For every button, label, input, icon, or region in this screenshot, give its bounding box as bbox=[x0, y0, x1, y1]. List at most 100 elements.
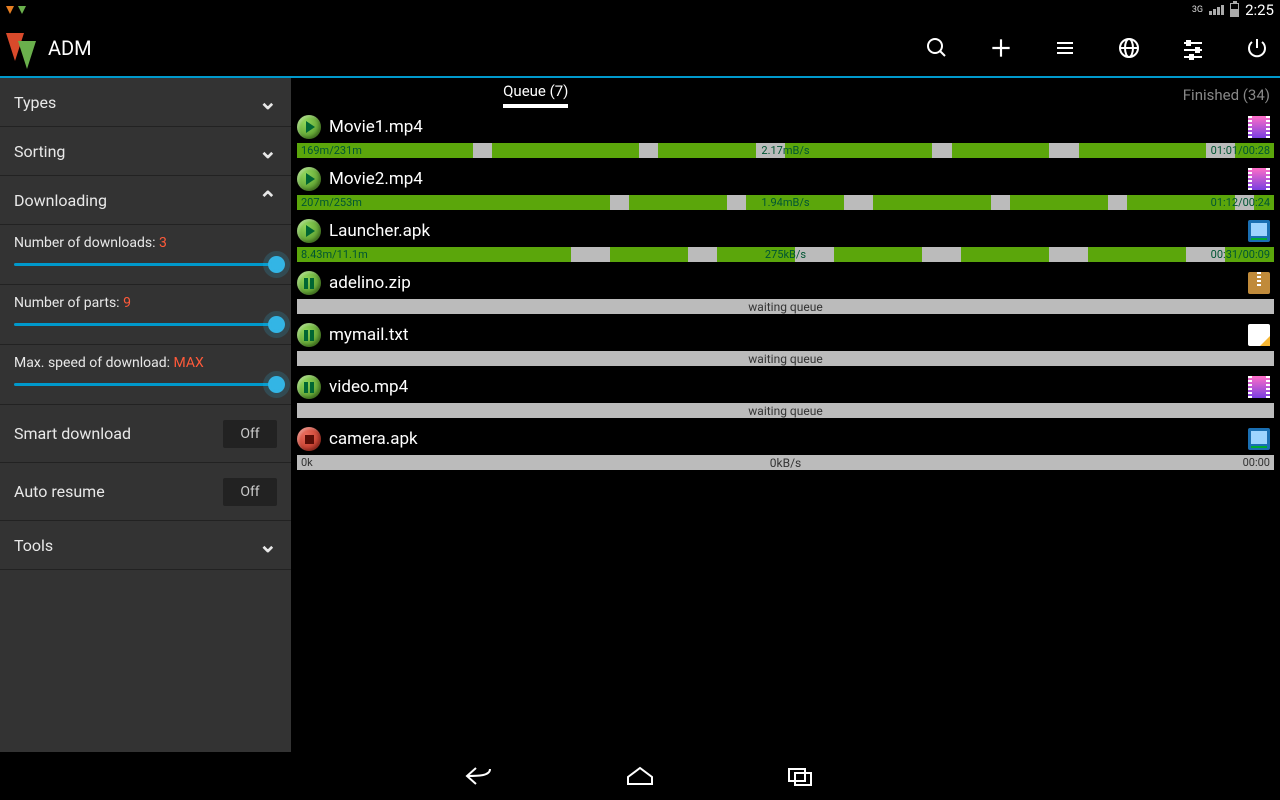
slider[interactable] bbox=[14, 323, 277, 326]
slider[interactable] bbox=[14, 383, 277, 386]
download-indicator-icon bbox=[6, 6, 14, 14]
progress-bar: waiting queue bbox=[297, 403, 1274, 418]
content-area: Queue (7) Finished (34) Movie1.mp4 169m/2… bbox=[291, 78, 1280, 752]
download-item[interactable]: Launcher.apk8.43m/11.1m275kB/s00:31/00:0… bbox=[291, 215, 1280, 265]
progress-speed: 0kB/s bbox=[770, 456, 801, 470]
slider-value: 9 bbox=[123, 295, 131, 311]
clock: 2:25 bbox=[1245, 1, 1274, 19]
slider-max-speed: Max. speed of download: MAX bbox=[0, 345, 291, 405]
sidebar-tools[interactable]: Tools ⌄ bbox=[0, 521, 291, 570]
signal-icon bbox=[1209, 5, 1224, 15]
progress-bar: 0k 0kB/s 00:00 bbox=[297, 455, 1274, 470]
slider-num-downloads: Number of downloads: 3 bbox=[0, 225, 291, 285]
video-file-icon bbox=[1248, 116, 1270, 138]
download-filename: adelino.zip bbox=[329, 273, 411, 293]
sidebar-downloading[interactable]: Downloading ⌃ bbox=[0, 176, 291, 225]
download-item[interactable]: mymail.txt waiting queue bbox=[291, 319, 1280, 369]
tab-bar: Queue (7) Finished (34) bbox=[291, 78, 1280, 111]
slider-num-parts: Number of parts: 9 bbox=[0, 285, 291, 345]
download-item[interactable]: adelino.zip waiting queue bbox=[291, 267, 1280, 317]
download-item[interactable]: Movie2.mp4 207m/253m 1.94mB/s 01:12/00:24 bbox=[291, 163, 1280, 213]
download-filename: Movie2.mp4 bbox=[329, 169, 423, 189]
play-button[interactable] bbox=[297, 219, 321, 243]
download-item[interactable]: video.mp4 waiting queue bbox=[291, 371, 1280, 421]
back-button[interactable] bbox=[460, 761, 500, 791]
chevron-down-icon: ⌄ bbox=[259, 139, 277, 164]
download-filename: mymail.txt bbox=[329, 325, 408, 345]
download-filename: camera.apk bbox=[329, 429, 418, 449]
progress-time: 00:31/00:09 bbox=[1211, 248, 1270, 261]
progress-size: 0k bbox=[301, 456, 313, 469]
pause-button[interactable] bbox=[297, 271, 321, 295]
download-filename: video.mp4 bbox=[329, 377, 408, 397]
pause-button[interactable] bbox=[297, 323, 321, 347]
progress-time: 01:01/00:28 bbox=[1211, 144, 1270, 157]
download-list: Movie1.mp4169m/231m2.17mB/s01:01/00:28Mo… bbox=[291, 111, 1280, 752]
tab-finished[interactable]: Finished (34) bbox=[781, 78, 1280, 111]
pause-button[interactable] bbox=[297, 375, 321, 399]
slider-thumb[interactable] bbox=[268, 376, 285, 393]
toggle-button[interactable]: Off bbox=[223, 478, 277, 506]
download-item[interactable]: Movie1.mp4 169m/231m 2.17mB/s 01:01/00:28 bbox=[291, 111, 1280, 161]
menu-icon[interactable] bbox=[1052, 35, 1078, 61]
progress-speed: waiting queue bbox=[748, 300, 822, 314]
sidebar: Types ⌄ Sorting ⌄ Downloading ⌃ Number o… bbox=[0, 78, 291, 752]
toggle-button[interactable]: Off bbox=[223, 420, 277, 448]
download-item[interactable]: camera.apk 0k 0kB/s 00:00 bbox=[291, 423, 1280, 473]
tab-queue[interactable]: Queue (7) bbox=[291, 78, 781, 111]
download-indicator-icon bbox=[18, 6, 26, 14]
progress-time: 01:12/00:24 bbox=[1211, 196, 1270, 209]
slider-label: Number of parts: bbox=[14, 295, 120, 311]
play-button[interactable] bbox=[297, 167, 321, 191]
progress-size: 169m/231m bbox=[301, 144, 362, 157]
toggle-smart-download: Smart download Off bbox=[0, 405, 291, 463]
progress-bar: waiting queue bbox=[297, 299, 1274, 314]
slider-thumb[interactable] bbox=[268, 256, 285, 273]
slider[interactable] bbox=[14, 263, 277, 266]
zip-file-icon bbox=[1248, 272, 1270, 294]
progress-bar: waiting queue bbox=[297, 351, 1274, 366]
slider-value: 3 bbox=[159, 235, 167, 251]
progress-bar: 169m/231m 2.17mB/s 01:01/00:28 bbox=[297, 143, 1274, 158]
slider-value: MAX bbox=[173, 355, 203, 371]
android-nav-bar bbox=[0, 752, 1280, 800]
play-button[interactable] bbox=[297, 115, 321, 139]
recent-apps-button[interactable] bbox=[780, 761, 820, 791]
app-action-bar: ADM bbox=[0, 20, 1280, 78]
sidebar-label: Downloading bbox=[14, 191, 107, 210]
sidebar-sorting[interactable]: Sorting ⌄ bbox=[0, 127, 291, 176]
toggle-auto-resume: Auto resume Off bbox=[0, 463, 291, 521]
home-button[interactable] bbox=[620, 761, 660, 791]
tab-label: Queue (7) bbox=[503, 82, 568, 108]
progress-speed: 1.94mB/s bbox=[761, 196, 809, 209]
progress-speed: 2.17mB/s bbox=[761, 144, 809, 157]
download-filename: Movie1.mp4 bbox=[329, 117, 423, 137]
stop-button[interactable] bbox=[297, 427, 321, 451]
sidebar-label: Sorting bbox=[14, 142, 65, 161]
search-icon[interactable] bbox=[924, 35, 950, 61]
slider-thumb[interactable] bbox=[268, 316, 285, 333]
progress-time: 00:00 bbox=[1243, 456, 1270, 469]
battery-icon bbox=[1230, 3, 1239, 17]
progress-speed: waiting queue bbox=[748, 352, 822, 366]
app-logo-icon bbox=[6, 27, 36, 69]
slider-label: Max. speed of download: bbox=[14, 355, 170, 371]
sidebar-types[interactable]: Types ⌄ bbox=[0, 78, 291, 127]
settings-sliders-icon[interactable] bbox=[1180, 35, 1206, 61]
sidebar-label: Tools bbox=[14, 536, 53, 555]
android-status-bar: 3G 2:25 bbox=[0, 0, 1280, 20]
progress-size: 207m/253m bbox=[301, 196, 362, 209]
network-label: 3G bbox=[1192, 5, 1203, 15]
add-icon[interactable] bbox=[988, 35, 1014, 61]
progress-speed: waiting queue bbox=[748, 404, 822, 418]
txt-file-icon bbox=[1248, 324, 1270, 346]
progress-bar: 207m/253m 1.94mB/s 01:12/00:24 bbox=[297, 195, 1274, 210]
progress-speed: 275kB/s bbox=[765, 248, 806, 261]
app-file-icon bbox=[1248, 220, 1270, 242]
power-icon[interactable] bbox=[1244, 35, 1270, 61]
video-file-icon bbox=[1248, 168, 1270, 190]
progress-bar: 8.43m/11.1m275kB/s00:31/00:09 bbox=[297, 247, 1274, 262]
chevron-down-icon: ⌄ bbox=[259, 90, 277, 115]
sidebar-label: Types bbox=[14, 93, 56, 112]
globe-icon[interactable] bbox=[1116, 35, 1142, 61]
